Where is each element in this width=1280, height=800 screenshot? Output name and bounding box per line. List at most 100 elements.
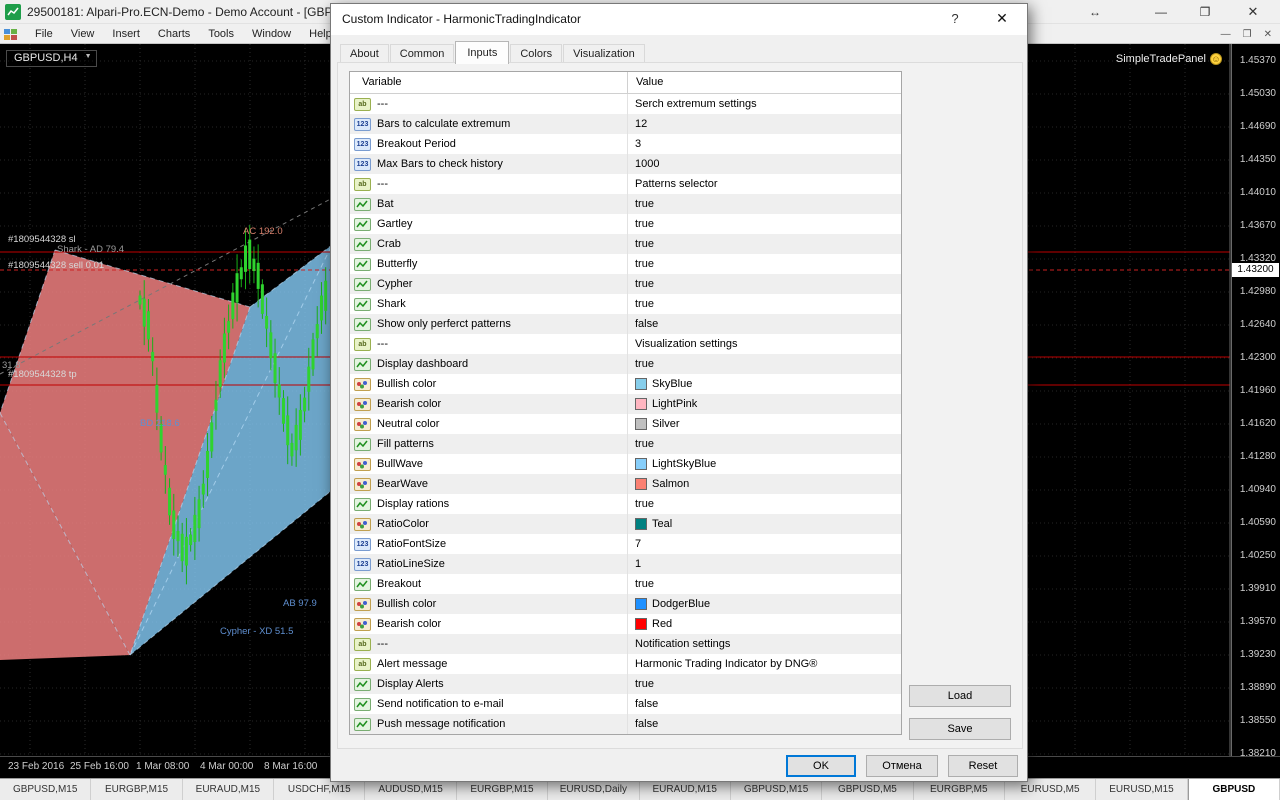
minimize-button[interactable]: — <box>1146 0 1176 24</box>
menu-insert[interactable]: Insert <box>103 28 149 40</box>
param-row-breakout-period[interactable]: 123Breakout Period3 <box>350 134 901 154</box>
load-button[interactable]: Load <box>909 685 1011 707</box>
chart-grid-icon[interactable] <box>4 28 18 40</box>
param-value[interactable]: true <box>627 574 901 594</box>
param-row-cypher[interactable]: Cyphertrue <box>350 274 901 294</box>
param-row-breakout[interactable]: Breakouttrue <box>350 574 901 594</box>
chart-symbol-tag[interactable]: GBPUSD,H4 ▼ <box>6 50 97 67</box>
param-value[interactable]: true <box>627 254 901 274</box>
param-row-push-message-notification[interactable]: Push message notificationfalse <box>350 714 901 734</box>
param-value[interactable]: true <box>627 274 901 294</box>
menu-file[interactable]: File <box>26 28 62 40</box>
chart-tab-eurgbp-m15-1[interactable]: EURGBP,M15 <box>91 779 182 800</box>
reset-button[interactable]: Reset <box>948 755 1018 777</box>
param-row-bars-to-calculate-extremum[interactable]: 123Bars to calculate extremum12 <box>350 114 901 134</box>
param-row-ratiocolor[interactable]: RatioColorTeal <box>350 514 901 534</box>
chart-tab-eurusd-daily-6[interactable]: EURUSD,Daily <box>548 779 639 800</box>
maximize-button[interactable]: ❐ <box>1190 0 1220 24</box>
param-row-bullish-color[interactable]: Bullish colorDodgerBlue <box>350 594 901 614</box>
param-row-crab[interactable]: Crabtrue <box>350 234 901 254</box>
chart-tab-gbpusd-13[interactable]: GBPUSD <box>1188 779 1280 800</box>
param-value[interactable]: false <box>627 714 901 734</box>
param-row-send-notification-to-e-mail[interactable]: Send notification to e-mailfalse <box>350 694 901 714</box>
param-value[interactable]: LightSkyBlue <box>627 454 901 474</box>
chart-tab-gbpusd-m15-0[interactable]: GBPUSD,M15 <box>0 779 91 800</box>
param-row-display-dashboard[interactable]: Display dashboardtrue <box>350 354 901 374</box>
param-row-butterfly[interactable]: Butterflytrue <box>350 254 901 274</box>
chart-tab-eurgbp-m15-5[interactable]: EURGBP,M15 <box>457 779 548 800</box>
param-value[interactable]: Patterns selector <box>627 174 901 194</box>
chart-tab-eurgbp-m5-10[interactable]: EURGBP,M5 <box>914 779 1005 800</box>
param-value[interactable]: LightPink <box>627 394 901 414</box>
simple-trade-panel[interactable]: SimpleTradePanel ☺ <box>1116 53 1222 65</box>
param-value[interactable]: Visualization settings <box>627 334 901 354</box>
param-row-bearish-color[interactable]: Bearish colorLightPink <box>350 394 901 414</box>
menu-tools[interactable]: Tools <box>199 28 243 40</box>
menu-window[interactable]: Window <box>243 28 300 40</box>
param-row-bearish-color[interactable]: Bearish colorRed <box>350 614 901 634</box>
help-button[interactable]: ? <box>945 11 965 26</box>
chart-tab-audusd-m15-4[interactable]: AUDUSD,M15 <box>365 779 456 800</box>
param-row-patterns-selector[interactable]: ab---Patterns selector <box>350 174 901 194</box>
param-value[interactable]: Silver <box>627 414 901 434</box>
param-value[interactable]: true <box>627 194 901 214</box>
param-value[interactable]: false <box>627 694 901 714</box>
param-row-display-rations[interactable]: Display rationstrue <box>350 494 901 514</box>
param-value[interactable]: Salmon <box>627 474 901 494</box>
chart-tab-eurusd-m15-12[interactable]: EURUSD,M15 <box>1096 779 1187 800</box>
param-value[interactable]: 3 <box>627 134 901 154</box>
chart-tab-gbpusd-m15-8[interactable]: GBPUSD,M15 <box>731 779 822 800</box>
tab-common[interactable]: Common <box>390 44 455 64</box>
param-row-display-alerts[interactable]: Display Alertstrue <box>350 674 901 694</box>
param-row-neutral-color[interactable]: Neutral colorSilver <box>350 414 901 434</box>
ok-button[interactable]: OK <box>786 755 856 777</box>
dock-arrows-icon[interactable]: ↔ <box>1080 0 1110 24</box>
param-value[interactable]: true <box>627 214 901 234</box>
param-row-bearwave[interactable]: BearWaveSalmon <box>350 474 901 494</box>
param-value[interactable]: true <box>627 354 901 374</box>
chart-tab-usdchf-m15-3[interactable]: USDCHF,M15 <box>274 779 365 800</box>
param-row-max-bars-to-check-history[interactable]: 123Max Bars to check history1000 <box>350 154 901 174</box>
chart-tab-euraud-m15-2[interactable]: EURAUD,M15 <box>183 779 274 800</box>
tab-inputs[interactable]: Inputs <box>455 41 509 64</box>
mdi-minimize-button[interactable]: — <box>1221 29 1231 40</box>
menu-view[interactable]: View <box>62 28 104 40</box>
tab-visualization[interactable]: Visualization <box>563 44 645 64</box>
param-value[interactable]: Harmonic Trading Indicator by DNG® <box>627 654 901 674</box>
param-value[interactable]: Serch extremum settings <box>627 94 901 114</box>
param-value[interactable]: DodgerBlue <box>627 594 901 614</box>
param-row-show-only-perferct-patterns[interactable]: Show only perferct patternsfalse <box>350 314 901 334</box>
param-row-shark[interactable]: Sharktrue <box>350 294 901 314</box>
param-value[interactable]: true <box>627 674 901 694</box>
param-value[interactable]: true <box>627 434 901 454</box>
param-row-bullwave[interactable]: BullWaveLightSkyBlue <box>350 454 901 474</box>
price-axis[interactable]: 1.43200 1.453701.450301.446901.443501.44… <box>1231 44 1280 756</box>
param-value[interactable]: 12 <box>627 114 901 134</box>
chart-tab-gbpusd-m5-9[interactable]: GBPUSD,M5 <box>822 779 913 800</box>
param-value[interactable]: true <box>627 234 901 254</box>
param-value[interactable]: Teal <box>627 514 901 534</box>
mdi-restore-button[interactable]: ❐ <box>1243 29 1252 40</box>
cancel-button[interactable]: Отмена <box>866 755 938 777</box>
param-value[interactable]: SkyBlue <box>627 374 901 394</box>
chart-tab-euraud-m15-7[interactable]: EURAUD,M15 <box>640 779 731 800</box>
param-value[interactable]: 7 <box>627 534 901 554</box>
save-button[interactable]: Save <box>909 718 1011 740</box>
param-row-gartley[interactable]: Gartleytrue <box>350 214 901 234</box>
param-row-serch-extremum-settings[interactable]: ab---Serch extremum settings <box>350 94 901 114</box>
chart-tab-eurusd-m5-11[interactable]: EURUSD,M5 <box>1005 779 1096 800</box>
tab-about[interactable]: About <box>340 44 389 64</box>
param-row-fill-patterns[interactable]: Fill patternstrue <box>350 434 901 454</box>
tab-colors[interactable]: Colors <box>510 44 562 64</box>
mdi-close-button[interactable]: ✕ <box>1264 29 1272 40</box>
param-row-visualization-settings[interactable]: ab---Visualization settings <box>350 334 901 354</box>
param-value[interactable]: 1 <box>627 554 901 574</box>
param-value[interactable]: 1000 <box>627 154 901 174</box>
menu-charts[interactable]: Charts <box>149 28 199 40</box>
param-row-notification-settings[interactable]: ab---Notification settings <box>350 634 901 654</box>
param-row-ratiolinesize[interactable]: 123RatioLineSize1 <box>350 554 901 574</box>
close-button[interactable]: ✕ <box>1238 0 1268 24</box>
param-value[interactable]: false <box>627 314 901 334</box>
param-value[interactable]: Red <box>627 614 901 634</box>
param-value[interactable]: Notification settings <box>627 634 901 654</box>
